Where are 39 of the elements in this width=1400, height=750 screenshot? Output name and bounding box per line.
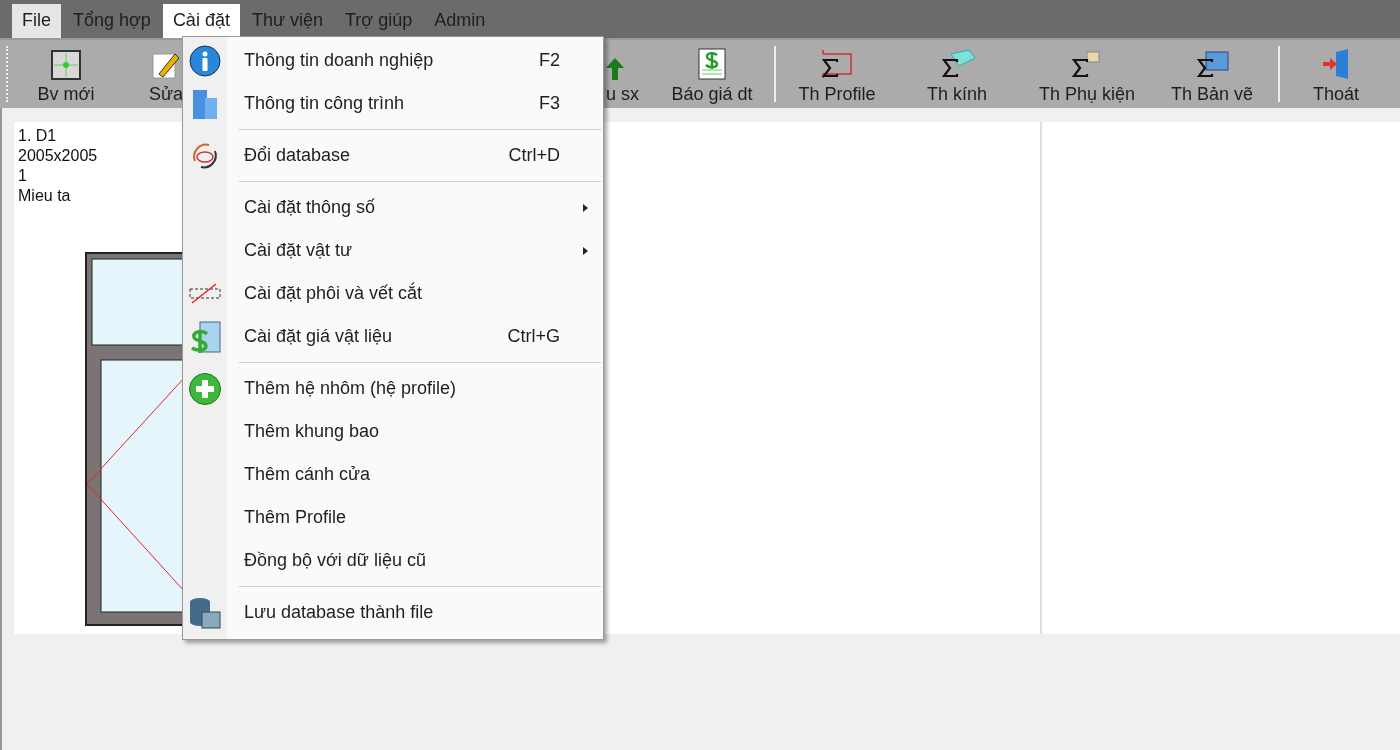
menu-item[interactable]: Cài đặt phôi và vết cắt — [183, 272, 603, 315]
menu-item[interactable]: Cài đặt thông số — [183, 186, 603, 229]
building-icon — [191, 87, 219, 120]
calculator-dollar-icon — [188, 319, 222, 354]
design-label: Mieu ta — [18, 186, 71, 206]
plus-icon — [188, 371, 222, 406]
crosshair-icon — [51, 50, 81, 80]
arrow-icon — [606, 58, 624, 80]
toolbar-button[interactable]: u sx — [606, 43, 656, 105]
menu-item[interactable]: Thêm hệ nhôm (hệ profile) — [183, 367, 603, 410]
menu-item[interactable]: File — [12, 4, 61, 38]
toolbar-button[interactable]: Th Phụ kiện — [1022, 43, 1152, 105]
menu-item[interactable]: Thông tin công trình F3 — [183, 82, 603, 125]
menu-item[interactable]: Thêm khung bao — [183, 410, 603, 453]
menu-item[interactable]: Đổi database Ctrl+D — [183, 134, 603, 177]
menu-item[interactable]: Cài đặt — [162, 4, 240, 38]
info-icon — [189, 44, 221, 77]
pencil-icon — [151, 50, 181, 80]
toolbar-button[interactable]: Th Bản vẽ — [1152, 43, 1272, 105]
toolbar-button[interactable]: Th Profile — [782, 43, 892, 105]
design-label: 1 — [18, 166, 27, 186]
menu-item[interactable]: Đồng bộ với dữ liệu cũ — [183, 539, 603, 582]
menu-item[interactable]: Cài đặt giá vật liệu Ctrl+G — [183, 315, 603, 358]
database-save-icon — [188, 595, 222, 630]
menu-item[interactable]: Thêm Profile — [183, 496, 603, 539]
submenu-arrow-icon — [583, 247, 588, 255]
toolbar-button[interactable]: Báo giá dt — [656, 43, 768, 105]
submenu-arrow-icon — [583, 204, 588, 212]
cut-blank-icon — [188, 282, 222, 305]
menu-item[interactable]: Thêm cánh cửa — [183, 453, 603, 496]
menu-item[interactable]: Lưu database thành file — [183, 591, 603, 634]
design-label: 1. D1 — [18, 126, 57, 146]
design-label: 2005x2005 — [18, 146, 98, 166]
toolbar-button[interactable]: Thoát — [1286, 43, 1386, 105]
toolbar-button[interactable]: Bv mới — [16, 43, 116, 105]
toolbar-button[interactable]: Th kính — [892, 43, 1022, 105]
menu-item[interactable]: Thông tin doanh nghiệp F2 — [183, 39, 603, 82]
dollar-sheet-icon — [697, 48, 727, 80]
menu-item[interactable]: Cài đặt vật tư — [183, 229, 603, 272]
